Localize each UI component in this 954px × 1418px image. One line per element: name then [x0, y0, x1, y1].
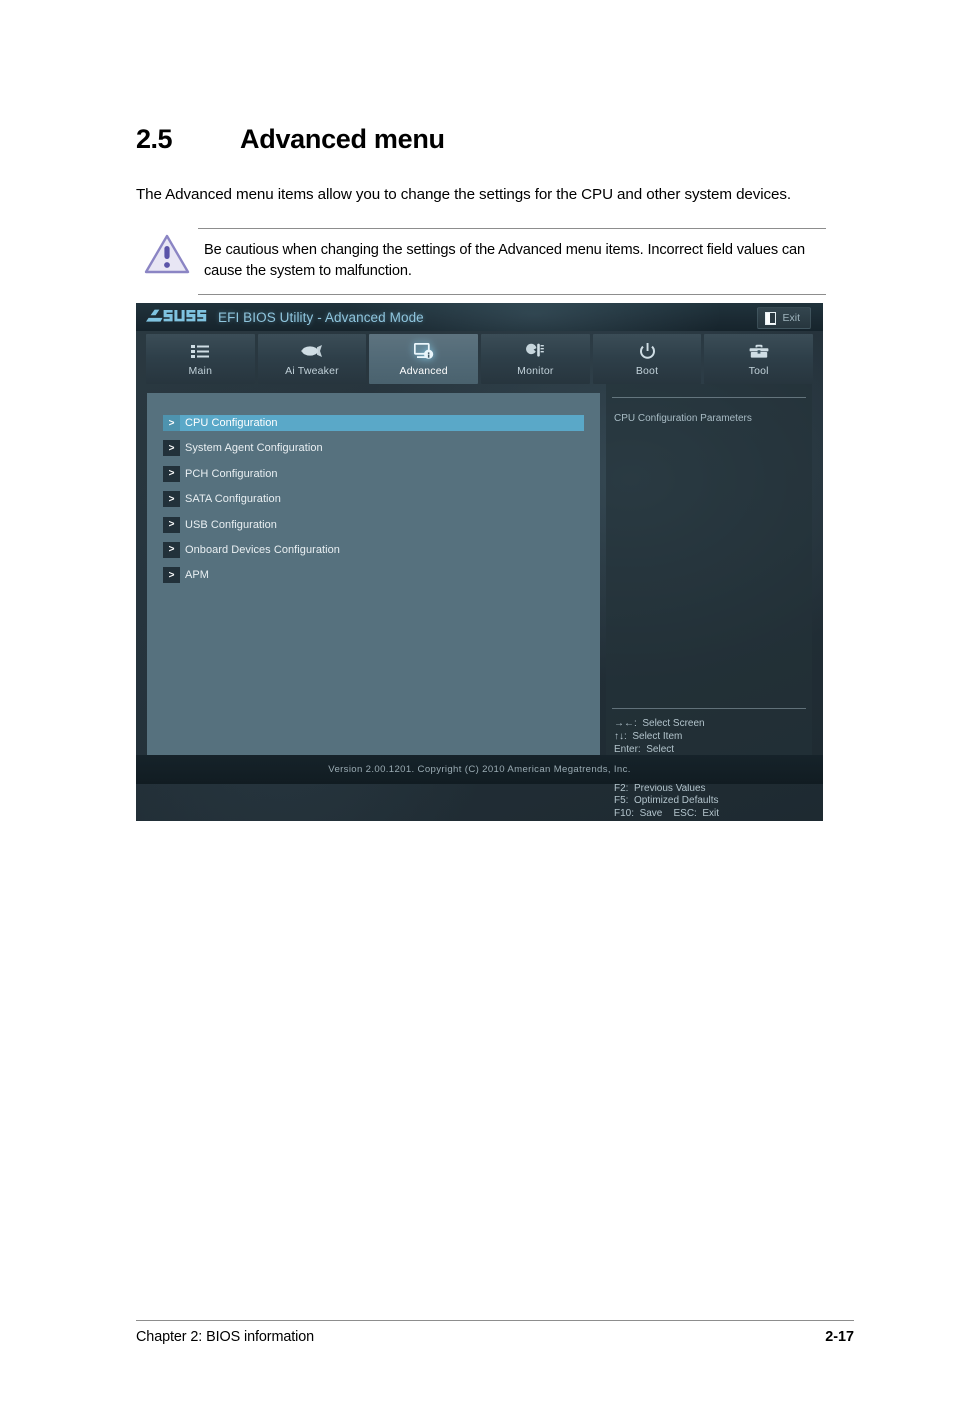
tab-ai-tweaker[interactable]: Ai Tweaker — [257, 334, 367, 384]
menu-item-label: APM — [185, 569, 209, 582]
bios-menu-panel: > CPU Configuration > System Agent Confi… — [147, 393, 600, 778]
thermometer-icon — [525, 342, 545, 362]
key-legend-item: F5: Optimized Defaults — [614, 795, 719, 807]
footer-chapter: Chapter 2: BIOS information — [136, 1329, 315, 1345]
caution-note-body: Be cautious when changing the settings o… — [198, 228, 826, 295]
chevron-right-icon: > — [163, 541, 180, 558]
chevron-right-icon: > — [163, 567, 180, 584]
menu-item-label: Onboard Devices Configuration — [185, 543, 340, 556]
tab-tool[interactable]: Tool — [704, 334, 814, 384]
chevron-right-icon: > — [163, 415, 180, 431]
intro-paragraph: The Advanced menu items allow you to cha… — [136, 186, 791, 204]
key-legend-item: →←: Select Screen — [614, 718, 705, 729]
tab-boot-label: Boot — [635, 364, 659, 377]
menu-item-label: SATA Configuration — [185, 493, 281, 506]
footer-page-number: 2-17 — [825, 1329, 854, 1345]
menu-item-pch-configuration[interactable]: > PCH Configuration — [163, 465, 584, 482]
exit-button-label: Exit — [782, 312, 800, 324]
menu-item-label: PCH Configuration — [185, 467, 278, 480]
menu-item-usb-configuration[interactable]: > USB Configuration — [163, 516, 584, 533]
bios-version-text: Version 2.00.1201. Copyright (C) 2010 Am… — [328, 764, 631, 775]
menu-item-label: USB Configuration — [185, 518, 277, 531]
tab-main-label: Main — [188, 364, 213, 377]
tab-main[interactable]: Main — [146, 334, 255, 384]
warning-triangle-icon — [136, 228, 198, 274]
menu-item-system-agent-configuration[interactable]: > System Agent Configuration — [163, 440, 584, 457]
page-footer: Chapter 2: BIOS information 2-17 — [136, 1320, 854, 1345]
tab-monitor[interactable]: Monitor — [481, 334, 590, 384]
menu-item-onboard-devices-configuration[interactable]: > Onboard Devices Configuration — [163, 541, 584, 558]
key-legend-item: ↑↓: Select Item — [614, 730, 683, 742]
bios-help-panel: CPU Configuration Parameters →←: Select … — [606, 384, 812, 819]
chevron-right-icon: > — [163, 491, 180, 508]
bios-title-bar: EFI BIOS Utility - Advanced Mode Exit — [136, 303, 823, 331]
toolbox-icon — [749, 342, 769, 362]
tab-advanced[interactable]: Advanced — [369, 334, 479, 384]
tab-boot[interactable]: Boot — [592, 334, 702, 384]
exit-door-icon — [765, 311, 777, 325]
menu-item-sata-configuration[interactable]: > SATA Configuration — [163, 491, 584, 508]
section-number: 2.5 — [136, 124, 173, 154]
list-icon — [191, 342, 210, 362]
menu-item-apm[interactable]: > APM — [163, 567, 584, 584]
bios-title-text: EFI BIOS Utility - Advanced Mode — [218, 309, 424, 325]
bios-tab-bar: Main Ai Tweaker Advanced Monitor Boot To… — [136, 331, 823, 384]
bios-screenshot: EFI BIOS Utility - Advanced Mode Exit Ma… — [136, 303, 823, 821]
chevron-right-icon: > — [163, 516, 180, 533]
tab-advanced-label: Advanced — [399, 364, 448, 377]
menu-item-cpu-configuration[interactable]: > CPU Configuration — [163, 415, 584, 431]
page-title: 2.5 Advanced menu — [136, 124, 836, 155]
rocket-icon — [301, 342, 323, 362]
power-icon — [639, 342, 656, 362]
exit-button[interactable]: Exit — [757, 307, 811, 329]
bios-menu-list: > CPU Configuration > System Agent Confi… — [147, 393, 600, 584]
caution-note-text: Be cautious when changing the settings o… — [204, 242, 805, 279]
caution-note: Be cautious when changing the settings o… — [136, 228, 826, 295]
asus-logo-icon — [146, 309, 208, 325]
menu-item-label: CPU Configuration — [185, 417, 278, 429]
key-legend-item: F10: Save ESC: Exit — [614, 808, 720, 820]
bios-content-area: > CPU Configuration > System Agent Confi… — [136, 384, 823, 819]
tab-tool-label: Tool — [748, 364, 769, 377]
key-legend-divider — [612, 708, 806, 709]
monitor-info-icon — [413, 342, 434, 362]
help-text: CPU Configuration Parameters — [614, 413, 752, 424]
tab-ai-tweaker-label: Ai Tweaker — [285, 364, 339, 377]
section-title: Advanced menu — [240, 124, 445, 154]
chevron-right-icon: > — [163, 440, 180, 457]
bios-version-bar: Version 2.00.1201. Copyright (C) 2010 Am… — [136, 755, 823, 784]
key-legend-item: F2: Previous Values — [614, 782, 706, 794]
menu-item-label: System Agent Configuration — [185, 442, 323, 455]
chevron-right-icon: > — [163, 465, 180, 482]
tab-monitor-label: Monitor — [517, 364, 554, 377]
